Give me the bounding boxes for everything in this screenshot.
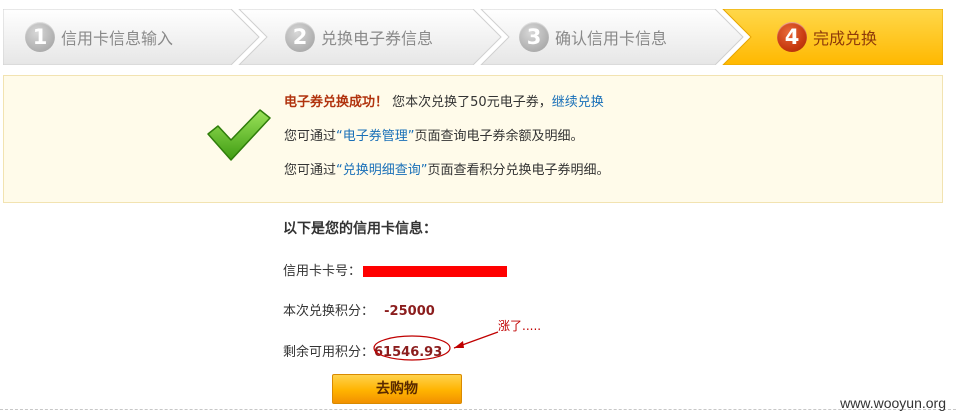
- card-number-row: 信用卡卡号：: [283, 260, 508, 279]
- step-number: 4: [777, 22, 807, 52]
- step-label: 兑换电子券信息: [321, 29, 434, 48]
- points-used-row: 本次兑换积分： -25000: [283, 300, 435, 319]
- line2-prefix: 您可通过: [284, 129, 337, 144]
- line3-prefix: 您可通过: [284, 163, 337, 178]
- annotation-circle-arrow: [373, 331, 499, 361]
- points-used-label: 本次兑换积分：: [283, 304, 375, 319]
- success-panel: 电子券兑换成功！ 您本次兑换了50元电子券，继续兑换 您可通过“电子券管理”页面…: [3, 75, 943, 203]
- step-label: 信用卡信息输入: [61, 29, 174, 48]
- step-number: 1: [25, 22, 55, 52]
- step-label: 完成兑换: [813, 29, 878, 48]
- success-text: 您本次兑换了50元电子券，: [392, 95, 552, 110]
- card-number-label: 信用卡卡号：: [283, 264, 362, 279]
- watermark: www.wooyun.org: [840, 395, 946, 411]
- annotation-text: 涨了.....: [498, 319, 542, 333]
- coupon-management-link[interactable]: “电子券管理”: [336, 129, 414, 144]
- points-used-value: -25000: [384, 304, 435, 319]
- go-shopping-button[interactable]: 去购物: [332, 374, 462, 404]
- success-message: 电子券兑换成功！ 您本次兑换了50元电子券，继续兑换 您可通过“电子券管理”页面…: [284, 94, 610, 196]
- exchange-detail-link[interactable]: “兑换明细查询”: [336, 163, 427, 178]
- card-info-heading: 以下是您的信用卡信息：: [283, 221, 437, 237]
- step-number: 3: [519, 22, 549, 52]
- redacted-card-number: [363, 266, 508, 277]
- step-3: 3 确认信用卡信息: [519, 9, 667, 65]
- continue-exchange-link[interactable]: 继续兑换: [552, 95, 604, 110]
- line2-suffix: 页面查询电子券余额及明细。: [414, 129, 584, 144]
- check-icon: [207, 109, 271, 161]
- step-2: 2 兑换电子券信息: [285, 9, 433, 65]
- step-label: 确认信用卡信息: [555, 29, 668, 48]
- step-number: 2: [285, 22, 315, 52]
- step-4-active: 4 完成兑换: [777, 9, 877, 65]
- success-title: 电子券兑换成功！: [284, 95, 389, 110]
- line3-suffix: 页面查看积分兑换电子券明细。: [427, 163, 610, 178]
- remaining-points-label: 剩余可用积分：: [283, 345, 375, 360]
- step-progress-bar: 1 信用卡信息输入 2 兑换电子券信息 3 确认信用卡信息 4 完成兑换: [3, 9, 943, 65]
- step-1: 1 信用卡信息输入: [25, 9, 173, 65]
- divider: [0, 409, 956, 410]
